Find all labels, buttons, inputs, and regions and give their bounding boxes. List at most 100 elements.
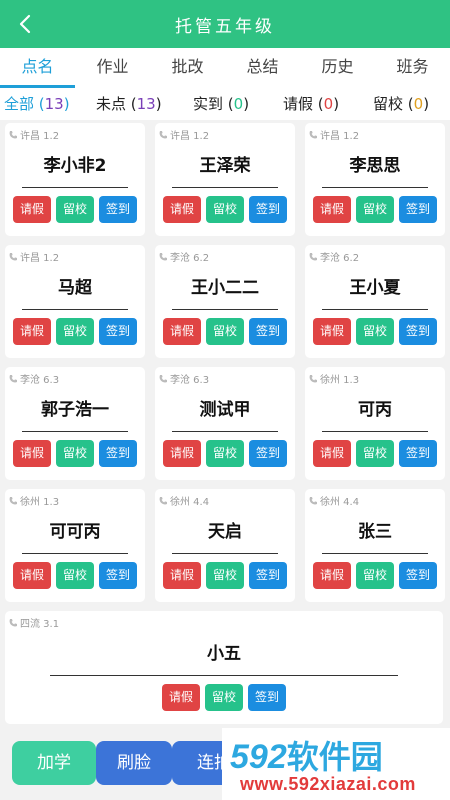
divider (22, 431, 128, 432)
stay-button[interactable]: 留校 (356, 562, 394, 589)
signin-button[interactable]: 签到 (99, 318, 137, 345)
student-location-text: 徐州 4.4 (320, 497, 360, 508)
stay-button[interactable]: 留校 (356, 440, 394, 467)
signin-button[interactable]: 签到 (399, 318, 437, 345)
phone-icon (309, 130, 317, 139)
filter-label: 未点 (96, 95, 127, 113)
stay-button[interactable]: 留校 (356, 318, 394, 345)
divider (22, 187, 128, 188)
student-card[interactable]: 许昌 1.2 马超 请假 留校 签到 (5, 245, 145, 358)
tab-summary[interactable]: 总结 (225, 48, 300, 88)
leave-button[interactable]: 请假 (163, 440, 201, 467)
student-card[interactable]: 李沧 6.3 郭子浩一 请假 留校 签到 (5, 367, 145, 480)
attendance-buttons: 请假 留校 签到 (305, 318, 445, 345)
student-location-text: 徐州 1.3 (320, 375, 360, 386)
signin-button[interactable]: 签到 (399, 562, 437, 589)
leave-button[interactable]: 请假 (163, 196, 201, 223)
stay-button[interactable]: 留校 (56, 440, 94, 467)
filter-stay[interactable]: 留校 (0) (373, 88, 429, 120)
leave-button[interactable]: 请假 (313, 440, 351, 467)
student-card[interactable]: 李沧 6.2 王小夏 请假 留校 签到 (305, 245, 445, 358)
student-card[interactable]: 徐州 1.3 可丙 请假 留校 签到 (305, 367, 445, 480)
face-scan-button[interactable]: 刷脸 (96, 741, 172, 785)
leave-button[interactable]: 请假 (13, 440, 51, 467)
filter-present[interactable]: 实到 (0) (193, 88, 249, 120)
signin-button[interactable]: 签到 (399, 196, 437, 223)
stay-button[interactable]: 留校 (206, 562, 244, 589)
tab-history[interactable]: 历史 (300, 48, 375, 88)
signin-button[interactable]: 签到 (99, 562, 137, 589)
attendance-buttons: 请假 留校 签到 (155, 318, 295, 345)
phone-icon (9, 374, 17, 383)
student-card[interactable]: 许昌 1.2 李小非2 请假 留校 签到 (5, 123, 145, 236)
phone-icon (9, 252, 17, 261)
stay-button[interactable]: 留校 (56, 196, 94, 223)
filter-label: 请假 (283, 95, 314, 113)
stay-button[interactable]: 留校 (206, 196, 244, 223)
student-location-text: 李沧 6.3 (170, 375, 210, 386)
student-card[interactable]: 许昌 1.2 李思思 请假 留校 签到 (305, 123, 445, 236)
leave-button[interactable]: 请假 (163, 562, 201, 589)
divider (172, 553, 278, 554)
attendance-buttons: 请假 留校 签到 (5, 196, 145, 223)
signin-button[interactable]: 签到 (99, 196, 137, 223)
signin-button[interactable]: 签到 (248, 684, 286, 711)
student-location: 许昌 1.2 (8, 249, 59, 264)
tab-rollcall[interactable]: 点名 (0, 48, 75, 88)
student-name: 王小夏 (349, 278, 401, 298)
leave-button[interactable]: 请假 (162, 684, 200, 711)
student-card[interactable]: 四流 3.1 小五 请假 留校 签到 (5, 611, 443, 724)
signin-button[interactable]: 签到 (99, 440, 137, 467)
watermark-logo: 592软件园 www.592xiazai.com (222, 728, 450, 800)
signin-button[interactable]: 签到 (249, 196, 287, 223)
student-location-text: 许昌 1.2 (170, 131, 210, 142)
stay-button[interactable]: 留校 (206, 318, 244, 345)
add-student-button[interactable]: 加学 (12, 741, 96, 785)
student-card[interactable]: 许昌 1.2 王泽荣 请假 留校 签到 (155, 123, 295, 236)
stay-button[interactable]: 留校 (56, 562, 94, 589)
student-name: 郭子浩一 (41, 400, 109, 420)
leave-button[interactable]: 请假 (13, 196, 51, 223)
student-card[interactable]: 徐州 4.4 张三 请假 留校 签到 (305, 489, 445, 602)
stay-button[interactable]: 留校 (206, 440, 244, 467)
student-card[interactable]: 李沧 6.3 测试甲 请假 留校 签到 (155, 367, 295, 480)
divider (322, 431, 428, 432)
tab-class-affairs[interactable]: 班务 (375, 48, 450, 88)
student-location: 徐州 4.4 (308, 493, 359, 508)
divider (322, 187, 428, 188)
leave-button[interactable]: 请假 (13, 562, 51, 589)
student-card[interactable]: 徐州 1.3 可可丙 请假 留校 签到 (5, 489, 145, 602)
signin-button[interactable]: 签到 (249, 440, 287, 467)
student-name: 可可丙 (49, 522, 101, 542)
filter-unchecked[interactable]: 未点 (13) (96, 88, 162, 120)
leave-button[interactable]: 请假 (313, 562, 351, 589)
tab-homework[interactable]: 作业 (75, 48, 150, 88)
divider (172, 187, 278, 188)
student-name: 可丙 (358, 400, 392, 420)
leave-button[interactable]: 请假 (163, 318, 201, 345)
tab-bar: 点名 作业 批改 总结 历史 班务 (0, 48, 450, 88)
leave-button[interactable]: 请假 (313, 318, 351, 345)
divider (50, 675, 398, 676)
status-filter-bar: 全部 (13) 未点 (13) 实到 (0) 请假 (0) 留校 (0) (0, 88, 450, 120)
stay-button[interactable]: 留校 (356, 196, 394, 223)
signin-button[interactable]: 签到 (249, 562, 287, 589)
filter-all[interactable]: 全部 (13) (4, 88, 70, 120)
filter-count: 0 (413, 95, 424, 113)
student-card[interactable]: 李沧 6.2 王小二二 请假 留校 签到 (155, 245, 295, 358)
signin-button[interactable]: 签到 (399, 440, 437, 467)
stay-button[interactable]: 留校 (205, 684, 243, 711)
student-name: 王小二二 (191, 278, 259, 298)
filter-leave[interactable]: 请假 (0) (283, 88, 339, 120)
divider (172, 309, 278, 310)
student-name: 小五 (207, 644, 241, 664)
phone-icon (159, 496, 167, 505)
phone-icon (309, 496, 317, 505)
student-card[interactable]: 徐州 4.4 天启 请假 留校 签到 (155, 489, 295, 602)
stay-button[interactable]: 留校 (56, 318, 94, 345)
signin-button[interactable]: 签到 (249, 318, 287, 345)
tab-grading[interactable]: 批改 (150, 48, 225, 88)
attendance-buttons: 请假 留校 签到 (155, 196, 295, 223)
leave-button[interactable]: 请假 (313, 196, 351, 223)
leave-button[interactable]: 请假 (13, 318, 51, 345)
